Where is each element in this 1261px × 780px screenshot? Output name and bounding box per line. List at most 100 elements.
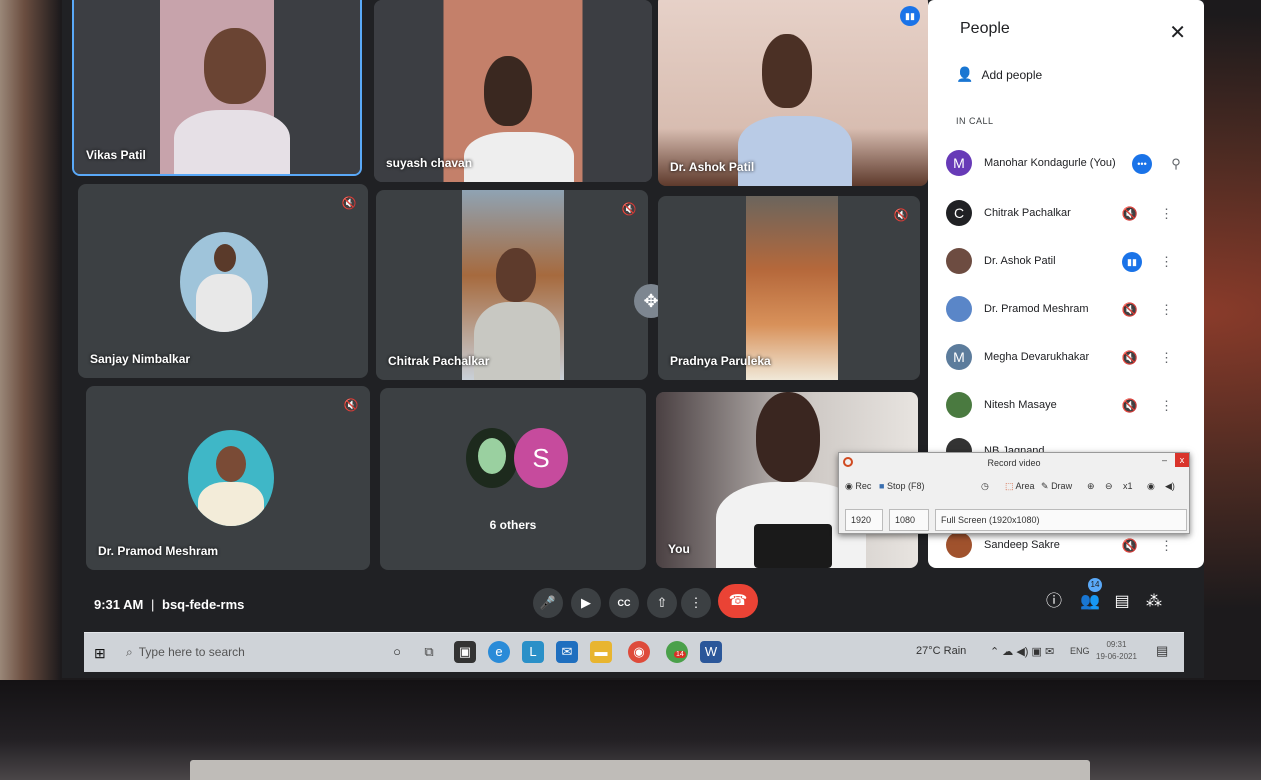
word-icon[interactable]: W (700, 641, 722, 663)
section-label: IN CALL (956, 116, 994, 126)
more-options-icon[interactable]: ⋮ (1160, 396, 1173, 416)
pen-icon: ✎ (1041, 481, 1049, 491)
more-icon[interactable]: ⋮ (681, 588, 711, 618)
rec-label: Rec (855, 481, 872, 491)
capture-mode-select[interactable]: Full Screen (1920x1080) (935, 509, 1187, 531)
zoom-in-icon[interactable]: ⊕ (1087, 481, 1095, 492)
close-icon[interactable]: ✕ (1169, 20, 1186, 45)
webcam-icon[interactable]: ◉ (1147, 481, 1155, 492)
draw-label: Draw (1051, 481, 1073, 491)
background-wall (0, 0, 60, 780)
people-list-item[interactable]: Dr. Pramod Meshram 🔇 ⋮ (946, 296, 1186, 330)
zoom-out-icon[interactable]: ⊖ (1105, 481, 1113, 492)
people-list-item[interactable]: Dr. Ashok Patil ▮▮ ⋮ (946, 248, 1186, 282)
record-video-window[interactable]: Record video – x ◉ Rec ■ Stop (F8) ◷ ⬚ A… (838, 452, 1190, 534)
video-tile[interactable]: Chitrak Pachalkar 🔇 (376, 190, 648, 380)
avatar (946, 392, 972, 418)
mic-off-icon: 🔇 (1121, 206, 1139, 221)
mic-off-icon: 🔇 (1121, 302, 1139, 317)
people-list-item[interactable]: M Megha Devarukhakar 🔇 ⋮ (946, 344, 1186, 378)
video-tile[interactable]: suyash chavan (374, 0, 652, 182)
area-button[interactable]: ⬚ Area (1005, 481, 1035, 492)
add-people-button[interactable]: 👤 Add people (956, 66, 1042, 83)
mic-icon[interactable]: 🎤 (533, 588, 563, 618)
more-options-icon[interactable]: ⋮ (1160, 348, 1173, 368)
video-tile[interactable]: Dr. Ashok Patil ▮▮ (658, 0, 928, 186)
person-name: Chitrak Pachalkar (984, 207, 1071, 219)
more-options-icon[interactable]: ⋮ (1160, 300, 1173, 320)
video-tile[interactable]: Vikas Patil (72, 0, 362, 176)
mic-off-icon: 🔇 (341, 196, 357, 210)
pin-icon[interactable]: ⚲ (1170, 154, 1182, 174)
more-options-icon[interactable]: ••• (1132, 154, 1152, 174)
file-explorer-icon[interactable]: ▬ (590, 641, 612, 663)
draw-button[interactable]: ✎ Draw (1041, 481, 1072, 492)
participant-name: Sanjay Nimbalkar (90, 352, 191, 366)
avatar (946, 296, 972, 322)
zoom-level: x1 (1123, 481, 1133, 491)
info-icon[interactable]: ⓘ (1042, 590, 1066, 614)
activities-icon[interactable]: ⁂ (1142, 590, 1166, 614)
person-name: Nitesh Masaye (984, 399, 1057, 411)
participant-name: 6 others (489, 518, 537, 532)
close-button[interactable]: x (1175, 453, 1189, 467)
speaker-icon[interactable]: ◀) (1165, 481, 1175, 492)
people-list-item[interactable]: Sandeep Sakre 🔇 ⋮ (946, 532, 1186, 566)
video-tile[interactable]: Pradnya Paruleka 🔇 (658, 196, 920, 380)
participant-count-badge: 14 (1088, 578, 1102, 592)
weather[interactable]: 27°C Rain (916, 645, 966, 657)
rec-button[interactable]: ◉ Rec (845, 481, 871, 492)
avatar: M (946, 150, 972, 176)
timer-icon[interactable]: ◷ (981, 481, 989, 492)
participant-name: Dr. Ashok Patil (670, 160, 755, 174)
action-center-icon[interactable]: ▤ (1156, 643, 1168, 659)
meet-screen: Vikas Patil suyash chavan Dr. Ashok Pati… (62, 0, 1204, 678)
more-options-icon[interactable]: ⋮ (1160, 252, 1173, 272)
chat-icon[interactable]: ▤ (1110, 590, 1134, 614)
video-tile[interactable]: Dr. Pramod Meshram 🔇 (86, 386, 370, 570)
taskbar-clock[interactable]: 09:31 19-06-2021 (1096, 639, 1137, 663)
edge-icon[interactable]: e (488, 641, 510, 663)
add-person-icon: 👤 (956, 66, 974, 82)
stop-button[interactable]: ■ Stop (F8) (879, 481, 924, 491)
chrome-icon[interactable]: ◉ (628, 641, 650, 663)
width-field[interactable]: 1920 (845, 509, 883, 531)
store-icon[interactable]: ▣ (454, 641, 476, 663)
avatar: C (946, 200, 972, 226)
avatar (188, 430, 274, 526)
person-name: Sandeep Sakre (984, 539, 1060, 551)
more-options-icon[interactable]: ⋮ (1160, 204, 1173, 224)
taskbar-search[interactable]: ⌕ Type here to search (126, 645, 245, 660)
search-placeholder: Type here to search (138, 645, 245, 659)
participant-name: Vikas Patil (86, 148, 146, 162)
captions-icon[interactable]: CC (609, 588, 639, 618)
others-tile[interactable]: S 6 others (380, 388, 646, 570)
avatar (466, 428, 518, 488)
person-name: Megha Devarukhakar (984, 351, 1090, 363)
people-icon[interactable]: 👥 (1078, 590, 1102, 614)
person-name: Manohar Kondagurle (You) (984, 157, 1116, 169)
more-options-icon[interactable]: ⋮ (1160, 536, 1173, 556)
present-icon[interactable]: ⇧ (647, 588, 677, 618)
meeting-controls-bar: 9:31 AM | bsq-fede-rms 🎤 ▶ CC ⇧ ⋮ ☎ ⓘ 👥 … (62, 578, 1204, 628)
video-tile[interactable]: Sanjay Nimbalkar 🔇 (78, 184, 368, 378)
camera-icon[interactable]: ▶ (571, 588, 601, 618)
participant-name: You (668, 542, 690, 556)
mail-icon[interactable]: ✉ (556, 641, 578, 663)
end-call-icon[interactable]: ☎ (718, 584, 758, 618)
minimize-button[interactable]: – (1162, 455, 1167, 465)
windows-start-icon[interactable]: ⊞ (94, 645, 106, 662)
system-tray-icons[interactable]: ⌃ ☁ ◀) ▣ ✉ (990, 645, 1054, 658)
language-indicator[interactable]: ENG (1070, 646, 1090, 656)
meeting-time: 9:31 AM (94, 597, 144, 612)
mic-off-icon: 🔇 (343, 398, 359, 412)
participant-name: suyash chavan (386, 156, 473, 170)
search-icon: ⌕ (126, 645, 133, 659)
people-list-item[interactable]: Nitesh Masaye 🔇 ⋮ (946, 392, 1186, 426)
app-l-icon[interactable]: L (522, 641, 544, 663)
people-list-item[interactable]: C Chitrak Pachalkar 🔇 ⋮ (946, 200, 1186, 234)
task-view-icon[interactable]: ⧉ (418, 641, 440, 663)
people-list-item[interactable]: M Manohar Kondagurle (You) ••• ⚲ (946, 150, 1186, 184)
cortana-icon[interactable]: ○ (386, 641, 408, 663)
height-field[interactable]: 1080 (889, 509, 929, 531)
